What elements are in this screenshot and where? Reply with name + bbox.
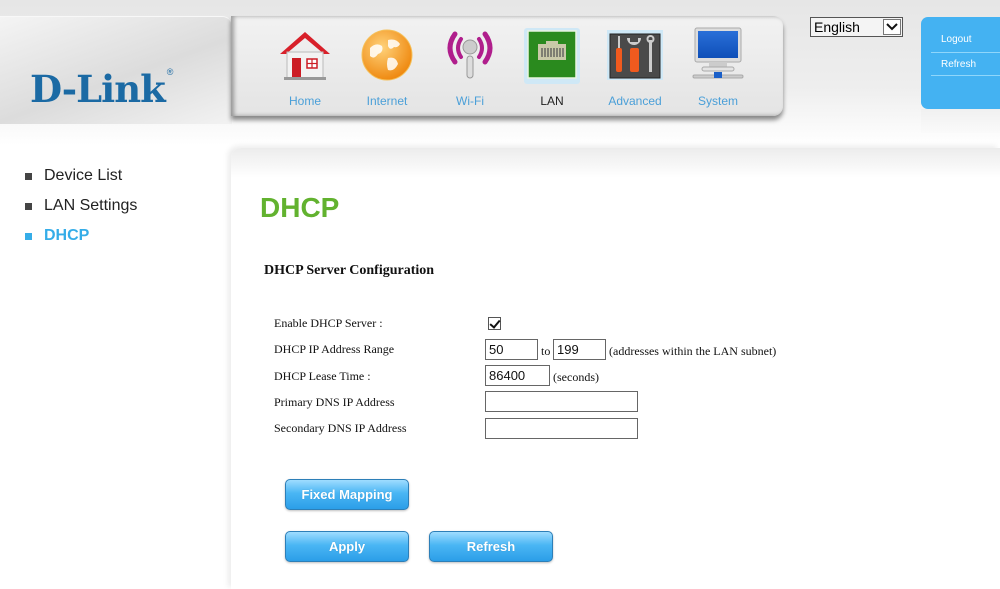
primary-dns-input[interactable] (485, 391, 638, 412)
monitor-icon (689, 26, 747, 84)
nav-system[interactable]: System (683, 26, 753, 108)
language-selected-value: English (814, 19, 860, 35)
wifi-icon (441, 26, 499, 84)
nav-home[interactable]: Home (270, 26, 340, 108)
apply-button[interactable]: Apply (285, 531, 409, 562)
nav-wifi-label: Wi-Fi (456, 94, 484, 108)
bullet-icon (25, 203, 32, 210)
dlink-logo: D-Link ® (30, 66, 174, 111)
range-to-label: to (541, 344, 551, 358)
sidebar-item-label: LAN Settings (44, 197, 138, 214)
logout-link[interactable]: Logout (941, 34, 972, 45)
lan-port-icon (523, 26, 581, 84)
bullet-icon (25, 173, 32, 180)
nav-internet-label: Internet (366, 94, 408, 108)
section-title: DHCP Server Configuration (264, 263, 435, 278)
secondary-dns-input[interactable] (485, 418, 638, 439)
sidebar-item-dhcp[interactable]: DHCP (25, 226, 137, 256)
nav-home-label: Home (288, 94, 321, 108)
page-title: DHCP (260, 192, 340, 223)
chevron-down-icon[interactable] (883, 19, 901, 35)
refresh-button[interactable]: Refresh (429, 531, 553, 562)
globe-icon (358, 26, 416, 84)
ip-range-start-input[interactable]: 50 (485, 339, 538, 360)
home-icon (276, 26, 334, 84)
logo-panel: D-Link ® (0, 16, 232, 124)
sidebar-item-lan-settings[interactable]: LAN Settings (25, 196, 137, 226)
nav-system-label: System (697, 94, 738, 108)
nav-internet[interactable]: Internet (352, 26, 422, 108)
lease-time-note: (seconds) (553, 370, 599, 384)
nav-wifi[interactable]: Wi-Fi (435, 26, 505, 108)
lease-time-input[interactable]: 86400 (485, 365, 550, 386)
main-nav: Home Internet Wi-Fi LAN Advanced System (231, 16, 783, 116)
ip-range-label: DHCP IP Address Range (274, 342, 395, 356)
enable-dhcp-checkbox[interactable] (488, 317, 501, 330)
user-menu: Logout Refresh (921, 17, 1000, 109)
sidebar: Device List LAN Settings DHCP (25, 166, 137, 256)
primary-dns-label: Primary DNS IP Address (274, 395, 395, 409)
language-select[interactable]: English (810, 17, 903, 37)
lease-time-label: DHCP Lease Time : (274, 369, 371, 383)
nav-advanced[interactable]: Advanced (600, 26, 670, 108)
fixed-mapping-button[interactable]: Fixed Mapping (285, 479, 409, 510)
main-content: DHCP DHCP Server Configuration Enable DH… (231, 148, 1000, 589)
nav-advanced-label: Advanced (608, 94, 662, 108)
bullet-icon (25, 233, 32, 240)
nav-lan-label: LAN (540, 94, 564, 108)
logo-text: D-Link (30, 67, 166, 111)
enable-dhcp-label: Enable DHCP Server : (274, 316, 383, 330)
nav-lan[interactable]: LAN (517, 26, 587, 108)
range-note: (addresses within the LAN subnet) (609, 344, 777, 358)
user-menu-divider (931, 75, 1000, 76)
refresh-link[interactable]: Refresh (941, 59, 976, 70)
user-menu-divider (931, 52, 1000, 53)
registered-mark: ® (166, 66, 174, 77)
user-menu-reflection (921, 109, 1000, 133)
sidebar-item-device-list[interactable]: Device List (25, 166, 137, 196)
ip-range-end-input[interactable]: 199 (553, 339, 606, 360)
sidebar-item-label: Device List (44, 167, 123, 184)
sidebar-item-label: DHCP (44, 227, 90, 244)
secondary-dns-label: Secondary DNS IP Address (274, 421, 407, 435)
tools-icon (606, 26, 664, 84)
